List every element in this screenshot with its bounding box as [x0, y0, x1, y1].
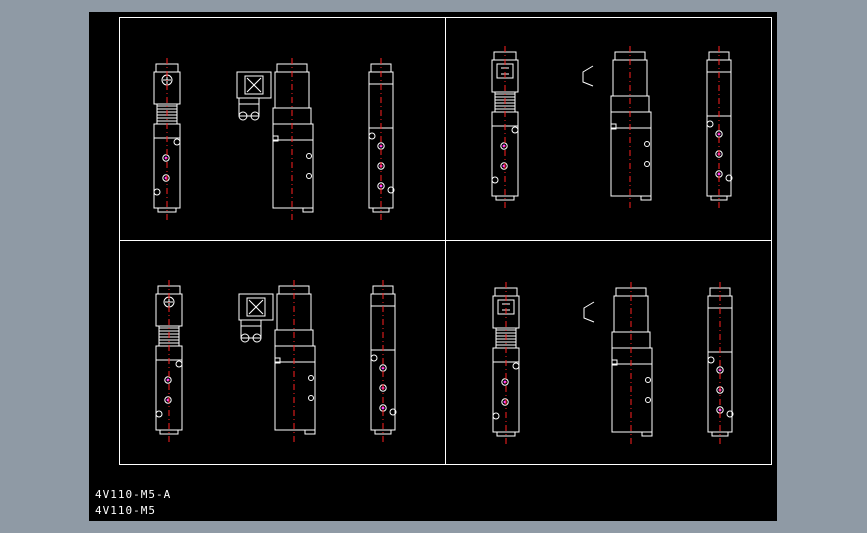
- side-port-2: [645, 397, 651, 403]
- view-group-bottom-left: [155, 280, 397, 442]
- port-b-core: [718, 408, 722, 412]
- plug-hook: [583, 301, 595, 323]
- side-port-2: [306, 173, 312, 179]
- pilot-screw: [175, 360, 183, 368]
- exhaust-screw: [153, 188, 161, 196]
- mount-tab: [641, 431, 653, 437]
- view-group-top-right: [491, 46, 733, 208]
- port-b-core: [379, 184, 383, 188]
- cable-gland: [238, 97, 260, 117]
- rear-screw: [370, 354, 378, 362]
- port-b-core: [717, 172, 721, 176]
- exhaust-screw: [155, 410, 163, 418]
- pilot-screw: [511, 126, 519, 134]
- valve-body: [610, 111, 652, 197]
- model-label-2: 4V110-M5: [95, 504, 156, 517]
- mount-tab: [304, 429, 316, 435]
- rear-screw: [706, 120, 714, 128]
- rear-screw: [368, 132, 376, 140]
- pilot-screw: [173, 138, 181, 146]
- valve-body: [611, 347, 653, 433]
- cad-viewport[interactable]: 4V110-M5-A 4V110-M5: [89, 12, 777, 521]
- side-port: [645, 377, 651, 383]
- view-group-bottom-right: [492, 282, 734, 444]
- mount-tab: [302, 207, 314, 213]
- valve-body: [274, 345, 316, 431]
- port-b-core: [381, 406, 385, 410]
- view-group-top-left: [153, 58, 395, 220]
- side-port: [644, 141, 650, 147]
- valve-drawing: [153, 46, 734, 444]
- valve-body: [272, 123, 314, 209]
- side-port: [308, 375, 314, 381]
- rear-screw: [707, 356, 715, 364]
- pilot-screw: [512, 362, 520, 370]
- exhaust-screw: [492, 412, 500, 420]
- cable-gland: [240, 319, 262, 339]
- side-port-2: [308, 395, 314, 401]
- mount-tab: [640, 195, 652, 201]
- plug-hook: [582, 65, 594, 87]
- side-port: [306, 153, 312, 159]
- model-label-1: 4V110-M5-A: [95, 488, 172, 501]
- exhaust-screw: [491, 176, 499, 184]
- side-port-2: [644, 161, 650, 167]
